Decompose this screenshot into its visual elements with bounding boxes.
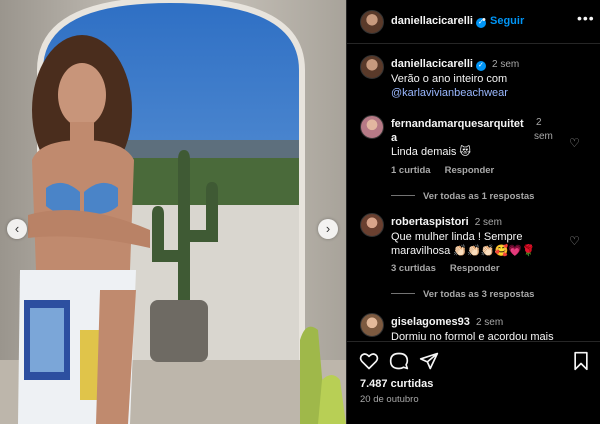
- comment-username-tail[interactable]: a: [391, 132, 397, 144]
- caption-avatar[interactable]: [360, 55, 384, 79]
- share-icon[interactable]: [419, 351, 439, 371]
- comments-list[interactable]: daniellacicarelli ✓ 2 sem Verão o ano int…: [347, 45, 600, 341]
- like-comment-heart-icon[interactable]: ♡: [569, 137, 581, 149]
- bookmark-icon[interactable]: [571, 351, 591, 371]
- view-replies-button[interactable]: Ver todas as 3 respostas: [391, 289, 534, 300]
- author-username[interactable]: daniellacicarelli ✓: [391, 15, 486, 28]
- comment-time: 2 sem: [474, 217, 502, 228]
- comment-body: fernandamarquesarquitet a Linda demais 😻: [391, 117, 541, 159]
- comment-avatar[interactable]: [360, 115, 384, 139]
- comment-icon[interactable]: [389, 351, 409, 371]
- verified-icon: ✓: [475, 61, 486, 71]
- follow-button[interactable]: Seguir: [490, 15, 524, 27]
- like-comment-heart-icon[interactable]: ♡: [569, 235, 581, 247]
- likes-count[interactable]: 7.487 curtidas: [360, 378, 433, 390]
- author-avatar[interactable]: [360, 10, 384, 34]
- view-replies-text[interactable]: Ver todas as 1 respostas: [423, 191, 534, 202]
- replies-divider: [391, 293, 415, 294]
- comment-likes[interactable]: 1 curtida: [391, 165, 431, 176]
- caption-mention-link[interactable]: @karlavivianbeachwear: [391, 87, 508, 99]
- comment-likes[interactable]: 3 curtidas: [391, 263, 436, 274]
- post-details-panel: daniellacicarelli ✓ • Seguir ••• daniella…: [346, 0, 600, 424]
- chevron-left-icon: ‹: [14, 221, 20, 236]
- comment-username[interactable]: robertaspistori: [391, 216, 469, 228]
- comment-body: giselagomes93 2 sem Dormiu no formol e a…: [391, 315, 566, 341]
- more-options-icon[interactable]: •••: [577, 10, 595, 26]
- post-photo[interactable]: ‹ ›: [0, 0, 346, 424]
- comment-time: 2: [536, 117, 542, 128]
- author-username-text[interactable]: daniellacicarelli: [391, 15, 473, 27]
- heart-icon[interactable]: [359, 351, 379, 371]
- post-header: daniellacicarelli ✓ • Seguir •••: [347, 0, 600, 44]
- view-replies-text[interactable]: Ver todas as 3 respostas: [423, 289, 534, 300]
- comment-username[interactable]: fernandamarquesarquitet: [391, 118, 524, 130]
- comment-username[interactable]: giselagomes93: [391, 316, 470, 328]
- comment-meta: 3 curtidas Responder: [391, 263, 514, 274]
- chevron-right-icon: ›: [325, 221, 331, 236]
- reply-button[interactable]: Responder: [445, 165, 495, 176]
- comment-time: 2 sem: [475, 317, 504, 328]
- caption-text: Verão o ano inteiro com: [391, 73, 508, 85]
- comment-text: Linda demais 😻: [391, 146, 471, 158]
- comment-time-tail: sem: [534, 131, 553, 142]
- photo-illustration: [0, 0, 346, 424]
- comment-text: Dormiu no formol e acordou mais: [391, 331, 554, 341]
- previous-photo-button[interactable]: ‹: [7, 219, 27, 239]
- caption-time: 2 sem: [492, 59, 520, 70]
- view-replies-button[interactable]: Ver todas as 1 respostas: [391, 191, 534, 202]
- post-actions: 7.487 curtidas 20 de outubro: [347, 341, 600, 424]
- comment-avatar[interactable]: [360, 213, 384, 237]
- replies-divider: [391, 195, 415, 196]
- caption-body: daniellacicarelli ✓ 2 sem Verão o ano int…: [391, 57, 566, 100]
- comment-meta: 1 curtida Responder: [391, 165, 508, 176]
- post-date: 20 de outubro: [360, 394, 419, 405]
- comment-avatar[interactable]: [360, 313, 384, 337]
- reply-button[interactable]: Responder: [450, 263, 500, 274]
- caption-username[interactable]: daniellacicarelli: [391, 58, 473, 70]
- next-photo-button[interactable]: ›: [318, 219, 338, 239]
- separator-dot: •: [482, 14, 486, 26]
- comment-body: robertaspistori 2 sem Que mulher linda !…: [391, 215, 566, 258]
- comment-text: Que mulher linda ! Sempre maravilhosa 👏🏻…: [391, 231, 536, 257]
